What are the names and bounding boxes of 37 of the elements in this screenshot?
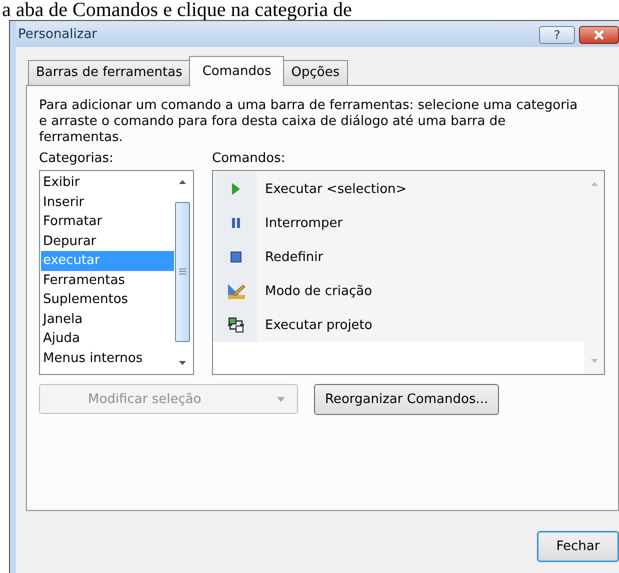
- categories-label: Categorias:: [39, 151, 114, 166]
- background-text: a aba de Comandos e clique na categoria de: [1, 0, 353, 20]
- window-title: Personalizar: [17, 26, 98, 42]
- tab[interactable]: Comandos: [189, 56, 284, 86]
- command-item[interactable]: Interromper: [257, 216, 343, 230]
- category-item[interactable]: Inserir: [41, 192, 174, 212]
- scroll-down-icon: [178, 360, 187, 366]
- grip-icon: [179, 268, 186, 275]
- category-item[interactable]: Depurar: [41, 232, 174, 251]
- close-button[interactable]: [579, 26, 619, 44]
- scroll-up-icon: [178, 179, 187, 185]
- category-item[interactable]: Janela: [41, 310, 174, 329]
- command-item[interactable]: Modo de criação: [257, 284, 372, 298]
- command-item[interactable]: Executar projeto: [257, 318, 372, 332]
- instructions-text: Para adicionar um comando a uma barra de ferramentas: selecione uma categoria e arraste o comando para fora desta caixa de diálogo até uma barra de ferramentas.: [39, 98, 579, 146]
- scrollbar[interactable]: [584, 171, 604, 374]
- close-dialog-button[interactable]: Fechar: [537, 531, 619, 562]
- tab[interactable]: Opções: [283, 60, 348, 85]
- scroll-down-icon: [590, 358, 598, 364]
- category-item[interactable]: Suplementos: [41, 290, 174, 310]
- command-item[interactable]: Redefinir: [257, 250, 324, 264]
- commands-label: Comandos:: [212, 151, 286, 166]
- help-button[interactable]: ?: [539, 26, 575, 44]
- category-item[interactable]: Ajuda: [41, 329, 174, 348]
- category-item[interactable]: Ferramentas: [41, 270, 174, 290]
- close-icon: [593, 30, 605, 40]
- dropdown-caret-icon: [277, 396, 285, 402]
- category-item[interactable]: Exibir: [41, 173, 174, 192]
- ruler-pencil-icon: [226, 282, 246, 300]
- rearrange-commands-button[interactable]: Reorganizar Comandos...: [314, 384, 500, 415]
- command-item[interactable]: Executar <selection>: [257, 182, 407, 196]
- category-item[interactable]: Formatar: [41, 212, 174, 232]
- scroll-thumb[interactable]: [175, 202, 190, 342]
- scroll-up-icon: [590, 181, 598, 187]
- category-item[interactable]: Menus internos: [41, 348, 174, 368]
- flowchart-icon: [226, 316, 246, 334]
- tab[interactable]: Barras de ferramentas: [28, 60, 190, 85]
